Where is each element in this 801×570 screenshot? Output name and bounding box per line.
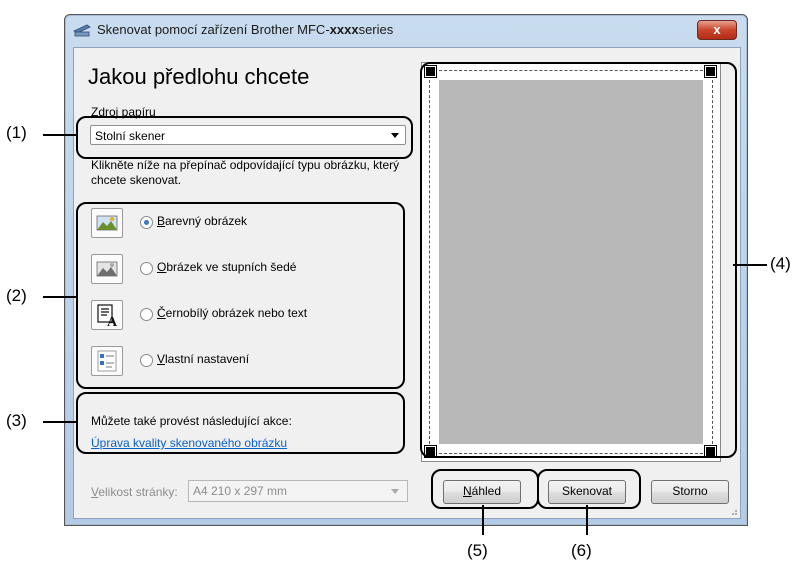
- page-size-value: A4 210 x 297 mm: [193, 484, 288, 498]
- scanner-icon: [73, 24, 91, 37]
- callout-label-2: (2): [6, 286, 27, 305]
- callout-frame-3: [76, 392, 405, 454]
- page-size-dropdown[interactable]: A4 210 x 297 mm: [188, 480, 408, 502]
- callout-label-5: (5): [467, 541, 488, 560]
- window-title: Skenovat pomocí zařízení Brother MFC-xxx…: [97, 22, 394, 37]
- callout-frame-1: [76, 116, 413, 159]
- page-size-label: Velikost stránky:: [91, 485, 178, 499]
- callout-line-1: [43, 134, 76, 136]
- close-icon: x: [713, 22, 721, 37]
- callout-frame-4: [420, 62, 737, 458]
- callout-label-6: (6): [571, 541, 592, 560]
- callout-line-2: [43, 296, 76, 298]
- callout-frame-5: [431, 469, 539, 509]
- close-button[interactable]: x: [697, 20, 737, 40]
- page-title: Jakou předlohu chcete: [88, 64, 310, 89]
- title-bar: Skenovat pomocí zařízení Brother MFC-xxx…: [65, 15, 747, 47]
- callout-label-3: (3): [6, 411, 27, 430]
- callout-label-4: (4): [770, 254, 791, 273]
- callout-label-1: (1): [6, 123, 27, 142]
- chevron-down-icon: [391, 489, 399, 494]
- callout-line-6: [586, 505, 588, 535]
- callout-line-3: [43, 421, 76, 423]
- resize-grip-icon: [732, 510, 737, 515]
- cancel-button[interactable]: Storno: [651, 480, 729, 504]
- callout-frame-6: [537, 469, 641, 509]
- callout-line-5: [482, 505, 484, 535]
- callout-frame-2: [76, 202, 405, 389]
- callout-line-4: [733, 264, 767, 266]
- instruction-text: Klikněte níže na přepínač odpovídající t…: [91, 158, 400, 187]
